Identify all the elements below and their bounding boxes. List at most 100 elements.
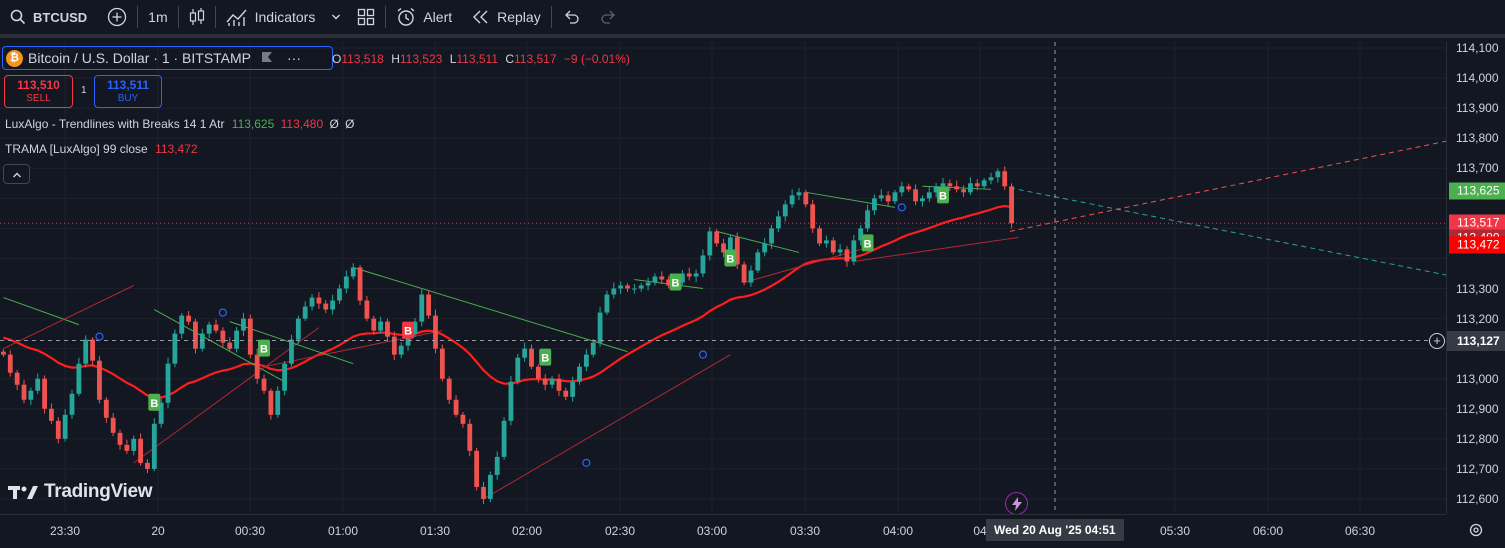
candle[interactable] (508, 376, 514, 426)
candle[interactable] (110, 412, 116, 437)
candle[interactable] (652, 273, 658, 286)
candle[interactable] (69, 389, 75, 419)
candle[interactable] (481, 481, 486, 505)
candle[interactable] (988, 172, 994, 185)
candle[interactable] (316, 292, 322, 309)
candle[interactable] (426, 290, 432, 319)
chart-pane[interactable]: B B B B B B B B (0, 42, 1446, 514)
candle[interactable] (337, 284, 342, 304)
candle[interactable] (817, 225, 822, 247)
candle[interactable] (371, 315, 377, 335)
candle[interactable] (638, 282, 644, 292)
break-marker[interactable]: B (258, 339, 271, 357)
candle[interactable] (138, 433, 143, 466)
candle[interactable] (625, 283, 630, 293)
add-alert-plus-icon[interactable]: + (1429, 332, 1445, 349)
candle[interactable] (90, 337, 95, 367)
candle[interactable] (275, 386, 281, 418)
candle[interactable] (309, 294, 315, 311)
candle[interactable] (323, 299, 329, 314)
break-marker[interactable]: B (402, 321, 415, 339)
layouts-button[interactable] (347, 0, 385, 36)
candle[interactable] (14, 369, 20, 391)
interval-button[interactable]: 1m (138, 0, 177, 36)
candle[interactable] (611, 282, 617, 299)
candle[interactable] (563, 387, 569, 401)
sell-button[interactable]: 113,510 SELL (4, 75, 73, 108)
candle[interactable] (981, 177, 987, 189)
candle[interactable] (851, 235, 857, 266)
candle[interactable] (439, 344, 445, 382)
symbol-legend[interactable]: ₿ Bitcoin / U.S. Dollar · 1 · BITSTAMP ·… (2, 46, 333, 70)
candle[interactable] (289, 334, 294, 367)
candle[interactable] (789, 189, 795, 208)
time-axis[interactable]: 06:30 06:00 05:30 04 04:00 03:30 03:00 02:30 02:… (0, 514, 1446, 548)
break-marker[interactable]: B (724, 249, 737, 267)
candle[interactable] (172, 329, 178, 368)
candle[interactable] (117, 429, 123, 450)
indicators-templates-dropdown[interactable] (325, 0, 347, 36)
indicator-legend-trendlines[interactable]: LuxAlgo - Trendlines with Breaks 14 1 At… (5, 117, 355, 131)
candle[interactable] (529, 344, 534, 370)
candle[interactable] (151, 418, 157, 472)
candle[interactable] (186, 311, 191, 325)
candle[interactable] (700, 249, 706, 278)
candle[interactable] (241, 312, 246, 337)
candle[interactable] (145, 459, 150, 474)
candle[interactable] (920, 195, 925, 207)
candle[interactable] (501, 417, 507, 460)
candle[interactable] (865, 204, 870, 232)
candle[interactable] (693, 269, 699, 282)
replay-button[interactable]: Replay (462, 0, 551, 36)
candle[interactable] (583, 349, 589, 372)
candle[interactable] (1002, 166, 1008, 190)
candle[interactable] (899, 181, 905, 197)
candle[interactable] (268, 388, 274, 420)
candle[interactable] (385, 318, 390, 341)
candle[interactable] (467, 418, 473, 457)
candle[interactable] (803, 189, 809, 208)
candle[interactable] (364, 296, 370, 322)
candle[interactable] (995, 168, 1001, 183)
candle[interactable] (782, 200, 788, 222)
candle[interactable] (906, 183, 912, 192)
candle[interactable] (542, 374, 548, 391)
candle[interactable] (49, 403, 54, 424)
candle[interactable] (961, 185, 966, 197)
candle[interactable] (878, 189, 884, 202)
candle[interactable] (885, 191, 891, 206)
candle[interactable] (487, 471, 493, 503)
break-marker[interactable]: B (669, 273, 682, 291)
candle[interactable] (206, 321, 212, 339)
candle[interactable] (220, 327, 226, 347)
tradingview-logo[interactable]: TradingView (8, 481, 153, 503)
candle[interactable] (179, 313, 185, 339)
candle[interactable] (398, 342, 404, 359)
chart-settings-button[interactable] (1446, 514, 1505, 548)
candle[interactable] (55, 417, 61, 444)
candle[interactable] (62, 409, 68, 442)
candle[interactable] (247, 314, 253, 359)
indicators-button[interactable]: Indicators (216, 0, 326, 36)
candle[interactable] (21, 379, 27, 404)
candle[interactable] (913, 184, 918, 206)
candle[interactable] (282, 360, 288, 396)
candle[interactable] (755, 249, 761, 273)
candle[interactable] (7, 350, 13, 377)
candle[interactable] (556, 373, 562, 396)
candle[interactable] (872, 194, 877, 216)
collapse-legend-button[interactable] (3, 164, 30, 184)
candle[interactable] (515, 353, 521, 385)
candle[interactable] (631, 284, 637, 294)
candle[interactable] (824, 235, 829, 248)
break-marker[interactable]: B (148, 393, 161, 411)
candle[interactable] (762, 238, 768, 257)
candle[interactable] (42, 375, 47, 414)
undo-button[interactable] (552, 0, 590, 36)
candle[interactable] (453, 395, 459, 418)
candle[interactable] (343, 270, 349, 294)
price-chart[interactable]: B B B B B B B B (0, 42, 1446, 514)
candle[interactable] (330, 294, 336, 315)
candle[interactable] (76, 357, 82, 397)
candle[interactable] (378, 316, 384, 334)
